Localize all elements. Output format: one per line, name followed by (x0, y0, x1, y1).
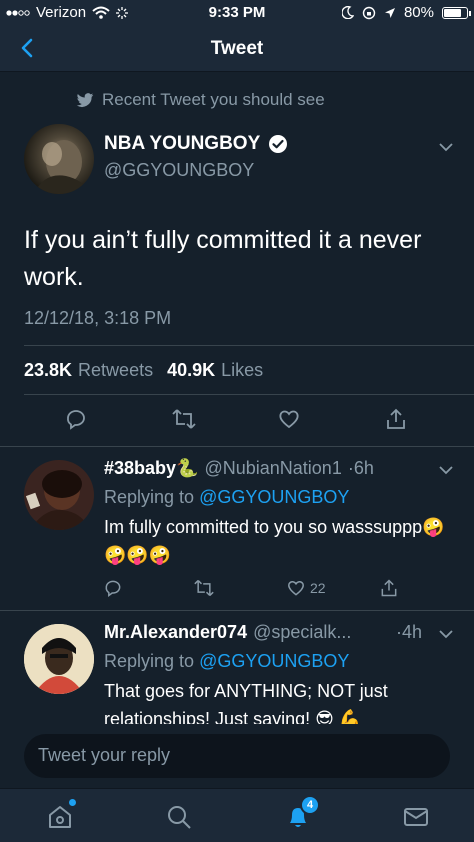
author-avatar[interactable] (24, 124, 94, 194)
recommendation-context: Recent Tweet you should see (76, 90, 325, 110)
retweet-icon (172, 409, 196, 429)
tweet-stats: 23.8K Retweets 40.9K Likes (24, 360, 271, 381)
reply-button[interactable] (64, 407, 88, 431)
reply-input[interactable]: Tweet your reply (24, 734, 450, 778)
share-icon (387, 408, 405, 429)
search-icon (168, 806, 191, 829)
reply-header[interactable]: Mr.Alexander074 @specialk... (104, 622, 351, 643)
chevron-down-icon[interactable] (438, 465, 454, 475)
reply-author-photo (24, 460, 94, 530)
author-name-row[interactable]: NBA YOUNGBOY (104, 133, 288, 155)
reply-author-handle: @specialk... (253, 622, 352, 642)
chevron-down-icon[interactable] (438, 142, 454, 152)
replying-to-handle[interactable]: @GGYOUNGBOY (199, 651, 349, 671)
reply-actions: 22 (0, 578, 474, 608)
replying-to: Replying to @GGYOUNGBOY (104, 487, 349, 508)
nav-bar: Tweet (0, 26, 474, 72)
tab-notifications[interactable]: 4 (284, 795, 320, 831)
tweet-actions (0, 407, 474, 437)
moon-icon (341, 6, 354, 19)
tab-messages[interactable] (402, 803, 430, 831)
replying-to: Replying to @GGYOUNGBOY (104, 651, 349, 672)
divider (24, 394, 474, 395)
reply-time: ·4h (396, 622, 423, 642)
status-bar: Verizon 9:33 PM 80% (0, 0, 474, 26)
like-button[interactable] (277, 407, 301, 431)
tab-search[interactable] (165, 803, 193, 831)
chevron-down-icon[interactable] (438, 629, 454, 639)
replying-label: Replying to (104, 487, 195, 507)
new-content-dot (69, 799, 76, 806)
mail-icon (404, 808, 428, 826)
battery-percent: 80% (403, 4, 434, 21)
tweet-timestamp: 12/12/18, 3:18 PM (24, 308, 172, 328)
divider (0, 610, 474, 611)
heart-icon (287, 581, 305, 596)
reply-text: Im fully committed to you so wasssuppp🤪🤪… (104, 517, 445, 565)
reply-author-handle: @NubianNation1 (204, 458, 342, 478)
tab-bar: 4 (0, 788, 474, 842)
reply-button[interactable] (103, 578, 123, 598)
share-icon (381, 579, 397, 597)
verified-badge-icon (269, 135, 288, 153)
twitter-bird-icon (76, 92, 94, 107)
likes-count[interactable]: 40.9K (167, 360, 215, 381)
rotation-lock-icon (362, 6, 376, 19)
replying-label: Replying to (104, 651, 195, 671)
reply-icon (105, 580, 121, 597)
avatar[interactable] (24, 624, 94, 694)
notifications-badge: 4 (300, 795, 320, 815)
retweet-button[interactable] (171, 407, 197, 431)
status-right: 80% (341, 4, 471, 21)
author-name: NBA YOUNGBOY (104, 133, 261, 154)
author-handle[interactable]: @GGYOUNGBOY (104, 160, 254, 181)
reply-time: ·6h (347, 458, 374, 478)
retweets-count[interactable]: 23.8K (24, 360, 72, 381)
heart-icon (279, 410, 299, 429)
divider (0, 446, 474, 447)
home-icon (49, 806, 71, 828)
reply-icon (67, 410, 85, 430)
share-button[interactable] (384, 407, 408, 431)
replying-to-handle[interactable]: @GGYOUNGBOY (199, 487, 349, 507)
retweet-button[interactable] (193, 578, 215, 598)
likes-label[interactable]: Likes (221, 360, 263, 381)
reply-text: That goes for ANYTHING; NOT just relatio… (104, 681, 388, 724)
battery-icon (442, 6, 471, 19)
share-button[interactable] (379, 578, 399, 598)
reply-header[interactable]: #38baby🐍 @NubianNation1 ·6h (104, 458, 374, 479)
page-title: Tweet (210, 38, 264, 59)
tab-home[interactable] (46, 799, 76, 831)
like-count: 22 (310, 580, 326, 596)
battery-fill (444, 8, 461, 17)
composer-area: Tweet your reply 4 (0, 724, 474, 842)
location-icon (384, 7, 395, 18)
divider (24, 345, 474, 346)
reply-author-name: Mr.Alexander074 (104, 622, 248, 642)
recommendation-label: Recent Tweet you should see (102, 90, 325, 109)
avatar[interactable] (24, 460, 94, 530)
like-button[interactable]: 22 (286, 578, 326, 598)
reply-author-photo (24, 624, 94, 694)
reply-author-name: #38baby🐍 (104, 458, 199, 478)
retweets-label[interactable]: Retweets (78, 360, 153, 381)
retweet-icon (194, 579, 214, 597)
author-photo (34, 140, 90, 194)
tweet-text: If you ain’t fully committed it a never … (24, 226, 422, 291)
